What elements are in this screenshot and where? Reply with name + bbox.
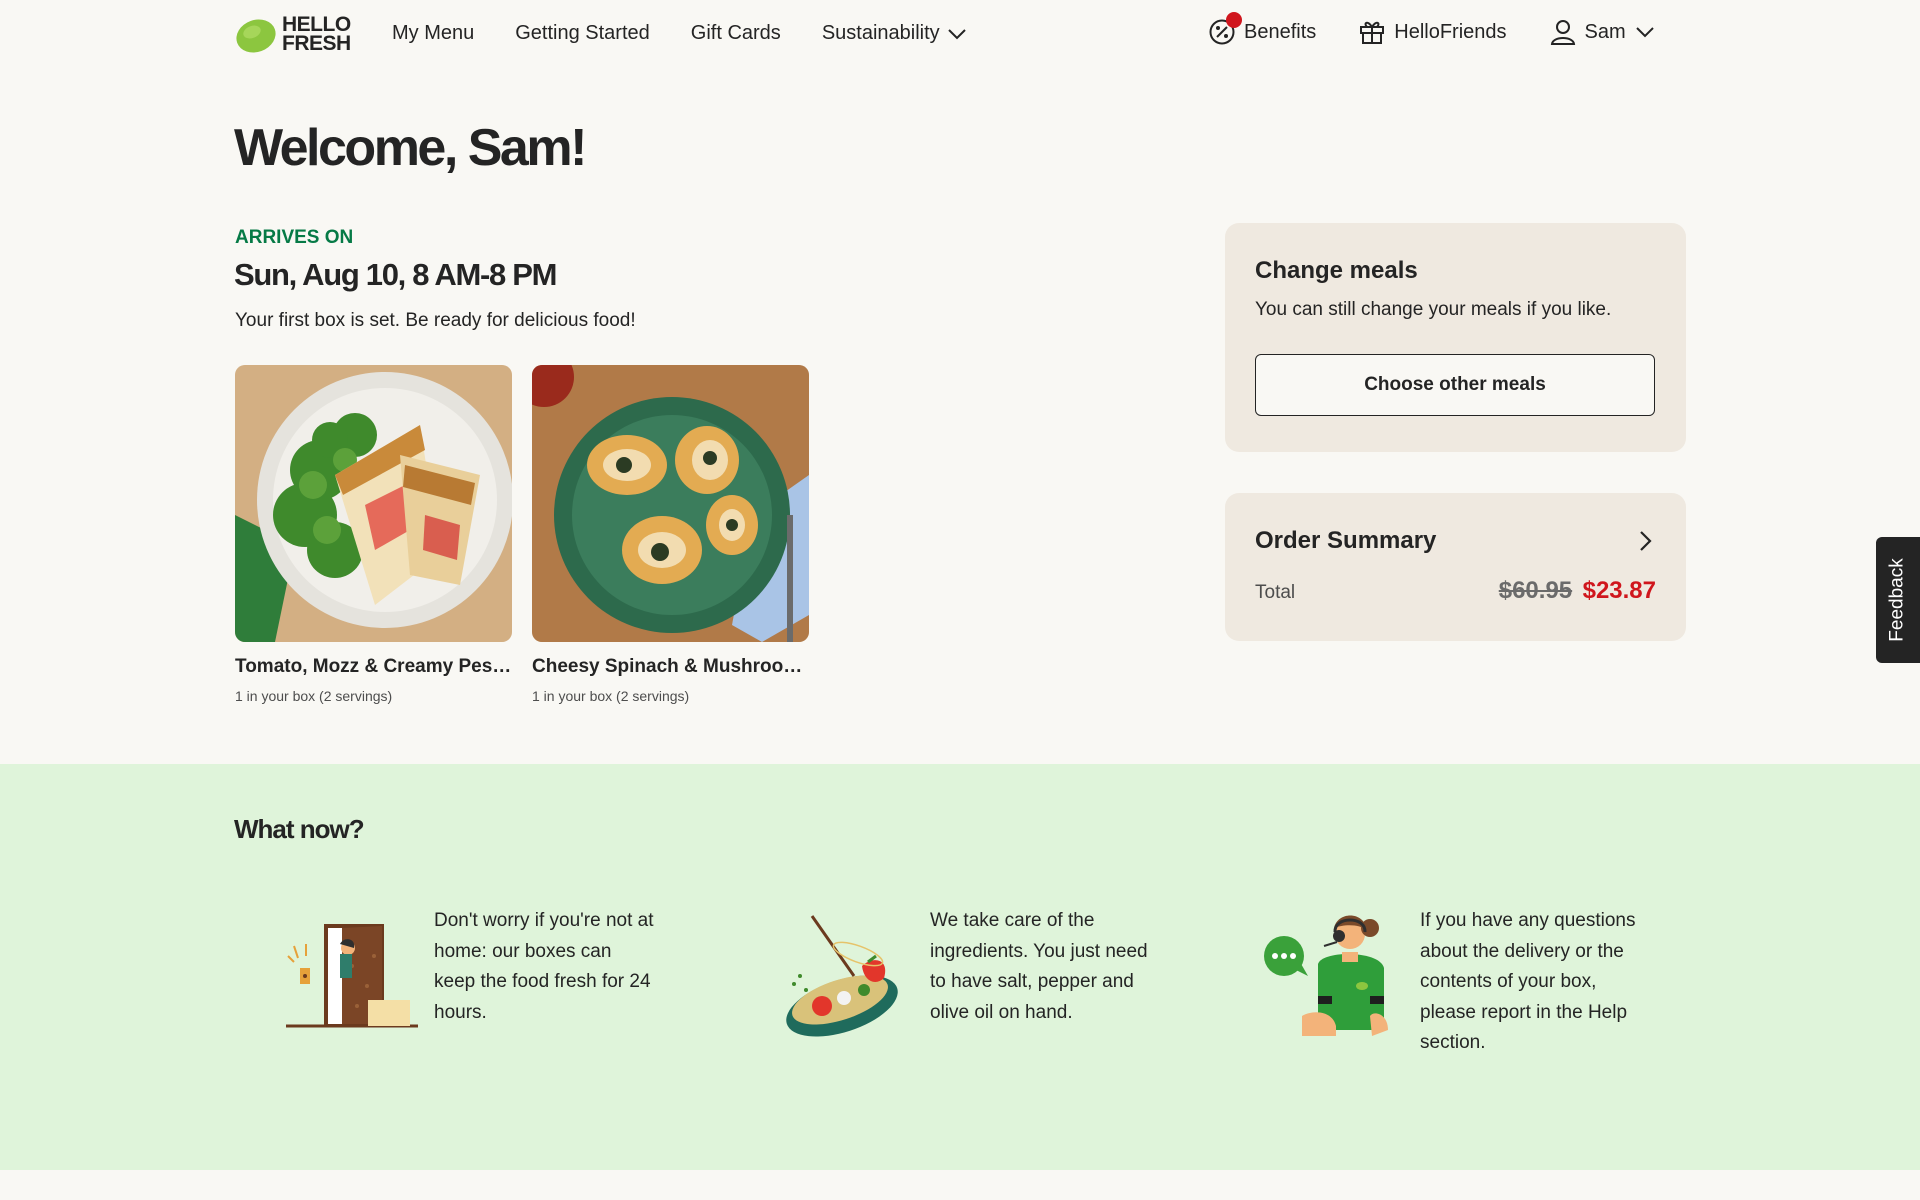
tip-item: Don't worry if you're not at home: our b…: [282, 906, 654, 1046]
total-label: Total: [1255, 582, 1296, 603]
ingredients-bowl-icon: [786, 915, 898, 1037]
original-price: $60.95: [1498, 577, 1573, 604]
gift-icon: [1360, 21, 1385, 44]
tip-text: If you have any questions about the deli…: [1420, 910, 1636, 1053]
arrives-label: ARRIVES ON: [235, 227, 354, 248]
account-nav: Benefits HelloFriends Sam: [1208, 12, 1656, 46]
lime-logo-icon: [236, 19, 276, 53]
nav-getting-started[interactable]: Getting Started: [515, 22, 650, 45]
nav-benefits[interactable]: Benefits: [1208, 12, 1316, 46]
user-icon: [1550, 20, 1575, 45]
tip-item: If you have any questions about the deli…: [1262, 906, 1640, 1059]
meal-image[interactable]: [532, 365, 809, 642]
chevron-down-icon: [947, 28, 966, 39]
what-now-section: What now? Don't worry if you're not at h…: [0, 764, 1920, 1170]
meal-card[interactable]: Tomato, Mozz & Creamy Pes… 1 in your box…: [235, 365, 512, 704]
nav-hellofriends[interactable]: HelloFriends: [1358, 18, 1507, 46]
meal-image[interactable]: [235, 365, 512, 642]
page-title: Welcome, Sam!: [234, 119, 587, 177]
tip-text: Don't worry if you're not at home: our b…: [434, 910, 654, 1023]
meal-servings: 1 in your box (2 servings): [532, 688, 690, 704]
customer-support-icon: [1264, 915, 1388, 1036]
meal-servings: 1 in your box (2 servings): [235, 688, 393, 704]
user-menu[interactable]: Sam: [1549, 18, 1656, 46]
nav-sustainability[interactable]: Sustainability: [822, 22, 968, 45]
change-meals-text: You can still change your meals if you l…: [1255, 299, 1612, 320]
change-meals-panel: Change meals You can still change your m…: [1225, 223, 1686, 452]
meal-title[interactable]: Tomato, Mozz & Creamy Pes…: [235, 656, 512, 678]
delivery-note: Your first box is set. Be ready for deli…: [235, 310, 636, 331]
logo-wordmark: HELLO FRESH: [282, 13, 351, 55]
notification-dot: [1226, 12, 1242, 28]
order-summary-title: Order Summary: [1255, 527, 1437, 554]
discounted-price: $23.87: [1582, 577, 1656, 604]
main-nav: My Menu Getting Started Gift Cards Susta…: [392, 22, 968, 45]
nav-my-menu[interactable]: My Menu: [392, 22, 474, 45]
order-summary-panel[interactable]: Order Summary Total $60.95 $23.87: [1225, 493, 1686, 641]
nav-gift-cards[interactable]: Gift Cards: [691, 22, 781, 45]
door-delivery-icon: [286, 924, 418, 1028]
tip-text: We take care of the ingredients. You jus…: [930, 910, 1148, 1023]
chevron-right-icon[interactable]: [1634, 530, 1656, 552]
feedback-tab[interactable]: Feedback: [1876, 537, 1920, 663]
top-nav: HELLO FRESH My Menu Getting Started Gift…: [0, 0, 1920, 72]
discount-badge-icon: [1208, 12, 1242, 46]
chevron-down-icon: [1635, 27, 1654, 38]
choose-other-meals-button[interactable]: Choose other meals: [1255, 354, 1655, 416]
hellofresh-logo[interactable]: HELLO FRESH: [234, 13, 351, 55]
meal-title[interactable]: Cheesy Spinach & Mushroo…: [532, 656, 809, 678]
page-bottom: [0, 1170, 1920, 1200]
change-meals-title: Change meals: [1255, 257, 1418, 284]
delivery-date: Sun, Aug 10, 8 AM-8 PM: [234, 257, 558, 292]
meal-card[interactable]: Cheesy Spinach & Mushroo… 1 in your box …: [532, 365, 809, 704]
tip-item: We take care of the ingredients. You jus…: [772, 906, 1150, 1046]
what-now-title: What now?: [234, 814, 365, 844]
